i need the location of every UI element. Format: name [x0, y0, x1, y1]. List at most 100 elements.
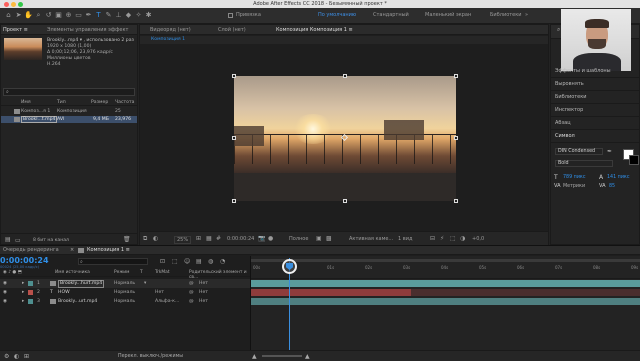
motion-blur-icon[interactable]: ◍ — [208, 258, 213, 265]
close-icon[interactable]: × — [70, 247, 74, 253]
graph-editor-icon[interactable]: ◔ — [220, 258, 225, 265]
interpret-footage-icon[interactable]: ▤ — [5, 236, 11, 243]
zoom-dropdown[interactable]: 25% — [174, 236, 192, 244]
show-channel-icon[interactable]: ● — [268, 235, 273, 242]
tab-render-queue[interactable]: Очередь рендеринга — [3, 247, 59, 253]
transform-handle[interactable] — [232, 74, 236, 78]
time-ruler[interactable]: 00s 01s 02s 03s 04s 05s 06s 07s 08s 09s — [251, 263, 640, 279]
rotate-tool-icon[interactable]: ↺ — [44, 11, 53, 20]
clone-stamp-tool-icon[interactable]: ⊥ — [114, 11, 123, 20]
eyedropper-icon[interactable]: ✒ — [607, 148, 612, 155]
layer-bar-3[interactable] — [251, 298, 640, 305]
tracking-value[interactable]: 85 — [609, 184, 615, 189]
layer-label-color[interactable] — [28, 281, 33, 286]
transfer-controls-icon[interactable]: ◐ — [14, 353, 19, 360]
panel-align[interactable]: Выровнять — [551, 78, 639, 91]
expand-icon[interactable]: ▸ — [22, 288, 24, 297]
reset-exposure-icon[interactable]: ◑ — [460, 235, 465, 242]
project-item-row[interactable]: Brookl...t.mp4 AVI 9,4 МБ 23,976 — [1, 116, 137, 123]
tab-composition-timeline[interactable]: Композиция 1 ≡ — [87, 247, 130, 253]
fit-icon[interactable]: ⊞ — [196, 235, 201, 242]
layer-mode[interactable]: Нормаль — [114, 279, 135, 288]
layer-name[interactable]: HOW — [58, 288, 70, 297]
workspace-libraries[interactable]: Библиотеки — [490, 12, 522, 18]
panel-inspector[interactable]: Инспектор — [551, 104, 639, 117]
column-t[interactable]: T — [140, 270, 143, 275]
workspace-small-screen[interactable]: Маленький экран — [425, 12, 471, 18]
mask-visibility-icon[interactable]: ◐ — [153, 235, 158, 242]
puppet-tool-icon[interactable]: ✱ — [144, 11, 153, 20]
snap-checkbox[interactable] — [228, 13, 233, 18]
column-name[interactable]: Имя — [21, 99, 31, 106]
column-source-name[interactable]: Имя источника — [55, 270, 90, 275]
column-fps[interactable]: Частота — [115, 99, 134, 106]
tab-composition[interactable]: Композиция Композиция 1 ≡ — [276, 27, 353, 33]
zoom-in-icon[interactable]: ▲ — [305, 353, 310, 360]
minimize-window-button[interactable] — [11, 2, 16, 7]
resolution-dropdown[interactable]: Полное — [289, 236, 308, 242]
timeline-zoom-slider[interactable] — [262, 355, 302, 357]
visibility-icon[interactable]: ◉ — [3, 288, 7, 297]
expand-icon[interactable]: ▸ — [22, 279, 24, 288]
transparency-grid-icon[interactable]: ▩ — [326, 235, 332, 242]
font-family-dropdown[interactable]: DIN Condensed — [555, 148, 603, 155]
layer-mode[interactable]: Нормаль — [114, 297, 135, 306]
camera-dropdown[interactable]: Активная каме... — [349, 236, 393, 242]
timeline-graph-area[interactable]: 00s 01s 02s 03s 04s 05s 06s 07s 08s 09s — [250, 256, 640, 361]
tab-project[interactable]: Проект ≡ — [3, 27, 28, 33]
new-folder-icon[interactable]: ▭ — [15, 237, 21, 244]
hand-tool-icon[interactable]: ✋ — [24, 11, 33, 20]
toggle-pixel-aspect-icon[interactable]: ⊟ — [430, 235, 435, 242]
flowchart-icon[interactable]: ⬚ — [450, 235, 456, 242]
tab-effect-controls[interactable]: Элементы управления эффект — [47, 27, 128, 33]
pen-tool-icon[interactable]: ✒ — [84, 11, 93, 20]
leading-value[interactable]: 141 пикс — [607, 175, 629, 180]
transform-handle[interactable] — [454, 199, 458, 203]
current-time-display[interactable]: 0:00:00:24 — [227, 236, 254, 242]
transform-handle[interactable] — [232, 199, 236, 203]
views-dropdown[interactable]: 1 вид — [398, 236, 412, 242]
toggle-switches-modes-button[interactable]: Перекл. выключ./режимы — [118, 354, 183, 359]
layer-row[interactable]: ◉ ▸ 1 Brookly...hurt.mp4 Нормаль ▾ @ Нет — [0, 279, 250, 288]
column-trkmat[interactable]: TrkMat — [155, 270, 170, 275]
layer-switches-icon[interactable]: ⚙ — [4, 353, 9, 360]
panel-effects-presets[interactable]: Эффекты и шаблоны — [551, 65, 639, 78]
workspace-standard[interactable]: Стандартный — [373, 12, 409, 18]
fast-preview-icon[interactable]: ⚡ — [440, 235, 444, 242]
comp-mini-flowchart-icon[interactable]: ⊡ — [160, 258, 165, 265]
selection-tool-icon[interactable]: ➤ — [14, 11, 23, 20]
always-preview-icon[interactable]: ⧉ — [143, 235, 147, 243]
layer-parent[interactable]: Нет — [199, 297, 208, 306]
work-area-bar[interactable] — [251, 259, 640, 262]
timeline-current-time[interactable]: 0:00:00:24 — [0, 256, 49, 265]
grid-icon[interactable]: # — [216, 235, 221, 242]
frame-blending-icon[interactable]: ▤ — [196, 258, 202, 265]
bit-depth-label[interactable]: 8 бит на канал — [33, 238, 69, 243]
type-tool-icon[interactable]: T — [94, 11, 103, 20]
panel-character[interactable]: Символ — [551, 130, 639, 143]
composition-frame[interactable] — [234, 76, 456, 201]
zoom-window-button[interactable] — [18, 2, 23, 7]
rectangle-tool-icon[interactable]: ▭ — [74, 11, 83, 20]
layer-name[interactable]: Brookly...urt.mp4 — [58, 297, 97, 306]
tab-layer[interactable]: Слой (нет) — [218, 27, 246, 33]
region-of-interest-icon[interactable]: ▣ — [316, 235, 322, 242]
column-size[interactable]: Размер — [91, 99, 108, 106]
delete-icon[interactable]: 🗑 — [123, 236, 131, 243]
visibility-icon[interactable]: ◉ — [3, 297, 7, 306]
timeline-search-input[interactable]: ⌕ — [78, 258, 148, 265]
transform-handle[interactable] — [454, 136, 458, 140]
panel-paragraph[interactable]: Абзац — [551, 117, 639, 130]
close-window-button[interactable] — [4, 2, 9, 7]
transform-handle[interactable] — [232, 136, 236, 140]
parent-pickwhip-icon[interactable]: @ — [189, 279, 194, 288]
safe-zones-icon[interactable]: ▦ — [206, 235, 212, 242]
shy-icon[interactable]: ☺ — [184, 258, 190, 265]
column-type[interactable]: Тип — [57, 99, 66, 106]
font-size-value[interactable]: 789 пикс — [563, 175, 585, 180]
layer-row[interactable]: ◉ ▸ 2 T HOW Нормаль Нет @ Нет — [0, 288, 250, 297]
draft-3d-icon[interactable]: ⬚ — [172, 258, 178, 265]
in-out-icon[interactable]: ⊞ — [24, 353, 29, 360]
brush-tool-icon[interactable]: ✎ — [104, 11, 113, 20]
parent-pickwhip-icon[interactable]: @ — [189, 288, 194, 297]
